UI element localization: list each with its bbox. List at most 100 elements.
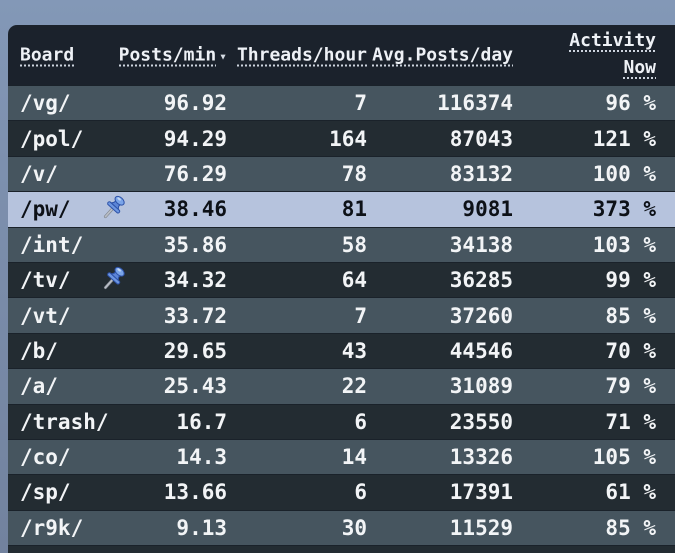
board-link[interactable]: /b/ [20, 339, 58, 363]
avg-posts-per-day-value: 11529 [449, 515, 513, 540]
table-row[interactable]: /vt/ 33.72 7 37260 85 % [8, 297, 675, 333]
pushpin-icon[interactable] [100, 265, 128, 296]
board-cell: /pol/ [8, 127, 138, 151]
board-link[interactable]: /trash/ [20, 410, 109, 434]
table-row[interactable]: /int/ 35.86 58 34138 103 % [8, 226, 675, 262]
threads-per-hour-value: 58 [341, 232, 367, 257]
column-header-posts-min[interactable]: Posts/min ▾ [119, 45, 227, 66]
column-header-activity-now[interactable]: Activity Now [569, 25, 656, 85]
avg-posts-per-day-value: 44546 [449, 338, 513, 363]
threads-per-hour-value: 22 [341, 374, 367, 399]
activity-now-value: 103 % [592, 232, 656, 257]
activity-now-value: 70 % [605, 338, 656, 363]
activity-now-value: 79 % [605, 374, 656, 399]
posts-per-min-value: 9.13 [176, 515, 227, 540]
board-link[interactable]: /int/ [20, 233, 83, 257]
page-background: Board Posts/min ▾ Threads/hour Avg.Posts/… [0, 0, 675, 553]
board-link[interactable]: /tv/ [20, 268, 71, 292]
activity-now-value: 121 % [592, 126, 656, 151]
activity-now-value: 105 % [592, 445, 656, 470]
board-cell: /vt/ [8, 304, 138, 328]
board-stats-table: Board Posts/min ▾ Threads/hour Avg.Posts/… [8, 25, 675, 553]
board-cell: /vg/ [8, 91, 138, 115]
board-link[interactable]: /v/ [20, 162, 58, 186]
avg-posts-per-day-value: 83132 [449, 161, 513, 186]
board-cell: /tv/ [8, 266, 138, 292]
posts-per-min-value: 14.3 [176, 445, 227, 470]
posts-per-min-value: 29.65 [163, 338, 227, 363]
board-link[interactable]: /pw/ [20, 197, 71, 221]
column-header-now-label: Now [623, 57, 656, 78]
avg-posts-per-day-value: 9081 [462, 197, 513, 222]
table-header: Board Posts/min ▾ Threads/hour Avg.Posts/… [8, 25, 675, 85]
board-cell: /sp/ [8, 480, 138, 504]
threads-per-hour-value: 81 [341, 197, 367, 222]
threads-per-hour-value: 43 [341, 338, 367, 363]
table-row[interactable]: /r9k/ 9.13 30 11529 85 % [8, 509, 675, 546]
threads-per-hour-value: 6 [354, 480, 367, 505]
board-cell: /co/ [8, 445, 138, 469]
avg-posts-per-day-value: 13326 [449, 445, 513, 470]
board-cell: /pw/ [8, 196, 138, 221]
table-row[interactable]: /pw/ 38.46 81 9081 373 % [8, 191, 675, 227]
table-row[interactable]: /vg/ 96.92 7 116374 96 % [8, 85, 675, 121]
table-row[interactable]: /v/ 76.29 78 83132 100 % [8, 155, 675, 192]
activity-now-value: 373 % [592, 197, 656, 222]
table-row[interactable]: /pol/ 94.29 164 87043 121 % [8, 120, 675, 156]
activity-now-value: 96 % [605, 91, 656, 116]
table-row[interactable]: /b/ 29.65 43 44546 70 % [8, 332, 675, 369]
column-header-posts-min-label: Posts/min [118, 44, 217, 66]
board-link[interactable]: /a/ [20, 374, 58, 398]
board-cell: /r9k/ [8, 516, 138, 540]
activity-now-value: 85 % [605, 515, 656, 540]
activity-now-value: 61 % [605, 480, 656, 505]
threads-per-hour-value: 14 [341, 445, 367, 470]
table-row-cutoff [8, 545, 675, 553]
posts-per-min-value: 94.29 [163, 126, 227, 151]
posts-per-min-value: 25.43 [163, 374, 227, 399]
activity-now-value: 71 % [605, 409, 656, 434]
pushpin-icon[interactable] [100, 194, 128, 225]
table-row[interactable]: /tv/ 34.32 64 36285 99 % [8, 261, 675, 298]
column-header-board-label: Board [20, 44, 75, 66]
posts-per-min-value: 35.86 [163, 232, 227, 257]
board-cell: /trash/ [8, 410, 138, 434]
board-cell: /b/ [8, 339, 138, 363]
board-link[interactable]: /vt/ [20, 304, 71, 328]
table-row[interactable]: /a/ 25.43 22 31089 79 % [8, 368, 675, 404]
activity-now-value: 85 % [605, 303, 656, 328]
posts-per-min-value: 34.32 [163, 268, 227, 293]
board-link[interactable]: /co/ [20, 445, 71, 469]
avg-posts-per-day-value: 116374 [437, 91, 513, 116]
avg-posts-per-day-value: 36285 [449, 268, 513, 293]
board-link[interactable]: /pol/ [20, 127, 83, 151]
avg-posts-per-day-value: 87043 [449, 126, 513, 151]
column-header-avg-posts-day[interactable]: Avg.Posts/day [372, 45, 513, 66]
avg-posts-per-day-value: 37260 [449, 303, 513, 328]
table-row[interactable]: /trash/ 16.7 6 23550 71 % [8, 403, 675, 439]
table-row[interactable]: /sp/ 13.66 6 17391 61 % [8, 474, 675, 510]
activity-now-value: 100 % [592, 161, 656, 186]
avg-posts-per-day-value: 34138 [449, 232, 513, 257]
posts-per-min-value: 13.66 [163, 480, 227, 505]
board-link[interactable]: /sp/ [20, 480, 71, 504]
table-row[interactable]: /co/ 14.3 14 13326 105 % [8, 438, 675, 475]
threads-per-hour-value: 30 [341, 515, 367, 540]
posts-per-min-value: 76.29 [163, 161, 227, 186]
board-link[interactable]: /r9k/ [20, 516, 83, 540]
avg-posts-per-day-value: 31089 [449, 374, 513, 399]
column-header-board[interactable]: Board [20, 45, 74, 66]
posts-per-min-value: 33.72 [163, 303, 227, 328]
threads-per-hour-value: 164 [329, 126, 367, 151]
chevron-down-icon: ▾ [219, 49, 227, 65]
board-cell: /a/ [8, 374, 138, 398]
posts-per-min-value: 16.7 [176, 409, 227, 434]
board-link[interactable]: /vg/ [20, 91, 71, 115]
posts-per-min-value: 38.46 [163, 197, 227, 222]
column-header-activity-label: Activity [569, 30, 656, 51]
board-cell: /int/ [8, 233, 138, 257]
threads-per-hour-value: 6 [354, 409, 367, 434]
column-header-threads-hour[interactable]: Threads/hour [237, 45, 367, 66]
posts-per-min-value: 96.92 [163, 91, 227, 116]
table-body: /vg/ 96.92 7 116374 96 % /pol/ 94.29 164… [8, 85, 675, 546]
